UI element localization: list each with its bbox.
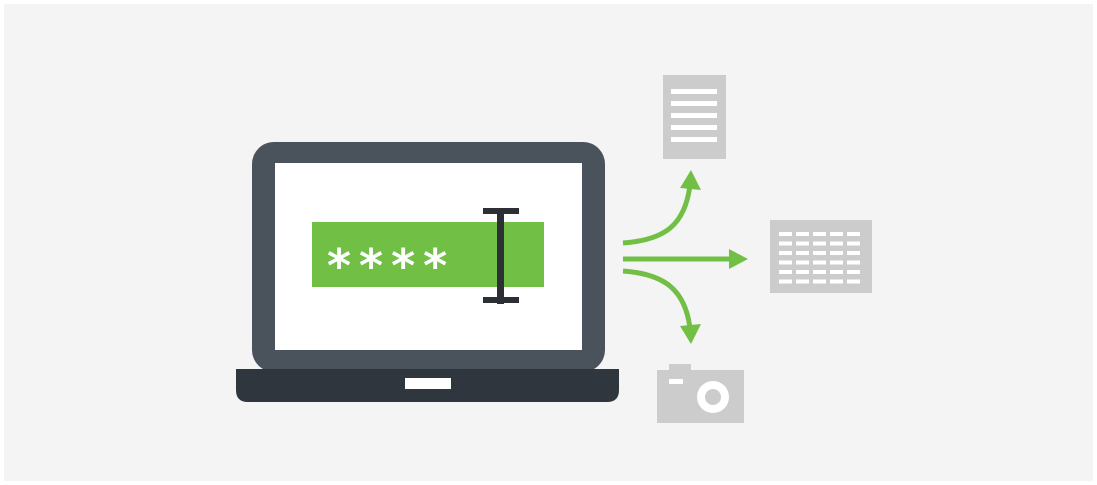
- password-masked-value: ****: [327, 239, 455, 293]
- spreadsheet-cell: [779, 241, 792, 246]
- spreadsheet-cell: [830, 241, 843, 246]
- spreadsheet-cell: [796, 241, 809, 246]
- spreadsheet-icon: [770, 220, 872, 293]
- spreadsheet-cell: [779, 270, 792, 274]
- illustration-canvas: ****: [4, 4, 1093, 481]
- spreadsheet-cell: [830, 232, 843, 236]
- spreadsheet-cell: [813, 270, 826, 274]
- spreadsheet-cell: [830, 260, 843, 265]
- spreadsheet-cell: [830, 270, 843, 274]
- camera-icon: [657, 364, 744, 423]
- spreadsheet-cell: [796, 251, 809, 255]
- spreadsheet-cell: [830, 279, 843, 284]
- spreadsheet-cell: [847, 251, 860, 255]
- password-field: ****: [312, 222, 544, 293]
- spreadsheet-cell: [796, 279, 809, 284]
- spreadsheet-cell: [847, 241, 860, 246]
- spreadsheet-cell: [813, 279, 826, 284]
- laptop-trackpad: [405, 378, 451, 389]
- spreadsheet-cell: [847, 232, 860, 236]
- spreadsheet-cell: [779, 260, 792, 265]
- spreadsheet-cell: [779, 232, 792, 236]
- spreadsheet-cell: [847, 270, 860, 274]
- spreadsheet-cell: [847, 260, 860, 265]
- spreadsheet-cell: [779, 251, 792, 255]
- spreadsheet-cell: [796, 232, 809, 236]
- spreadsheet-cell: [796, 260, 809, 265]
- spreadsheet-cell: [796, 270, 809, 274]
- spreadsheet-cell: [779, 279, 792, 284]
- document-icon: [663, 75, 726, 159]
- spreadsheet-cell: [813, 232, 826, 236]
- spreadsheet-cell: [813, 260, 826, 265]
- spreadsheet-cell: [847, 279, 860, 284]
- spreadsheet-cell: [813, 241, 826, 246]
- spreadsheet-cell: [813, 251, 826, 255]
- spreadsheet-cell: [830, 251, 843, 255]
